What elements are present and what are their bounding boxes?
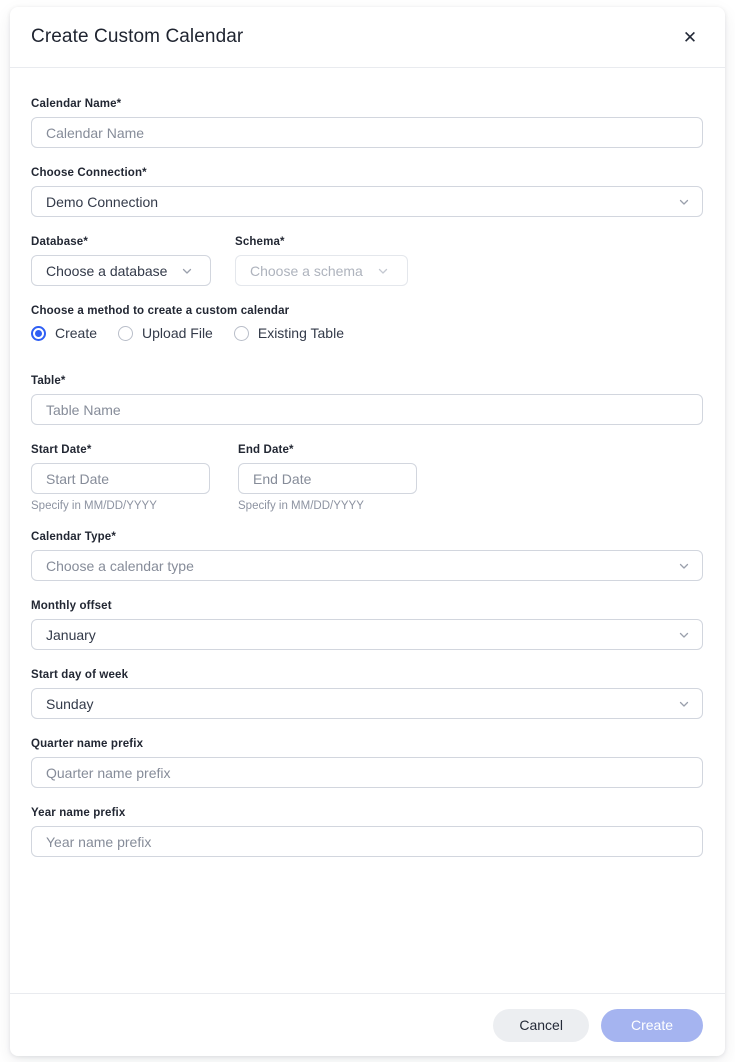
calendar-type-label: Calendar Type* bbox=[31, 531, 703, 543]
year-name-prefix-input[interactable]: Year name prefix bbox=[31, 826, 703, 857]
connection-select[interactable]: Demo Connection bbox=[31, 186, 703, 217]
field-start-day-of-week: Start day of week Sunday bbox=[31, 669, 703, 719]
radio-existing-table-label: Existing Table bbox=[258, 325, 344, 341]
year-name-prefix-label: Year name prefix bbox=[31, 807, 703, 819]
field-dates-row: Start Date* Start Date Specify in MM/DD/… bbox=[31, 444, 703, 512]
field-end-date: End Date* End Date Specify in MM/DD/YYYY bbox=[238, 444, 417, 512]
quarter-name-prefix-label: Quarter name prefix bbox=[31, 738, 703, 750]
chevron-down-icon bbox=[377, 265, 389, 277]
method-radio-group: Create Upload File Existing Table bbox=[31, 325, 703, 341]
field-database: Database* Choose a database bbox=[31, 236, 211, 286]
schema-value: Choose a schema bbox=[250, 263, 363, 279]
field-year-name-prefix: Year name prefix Year name prefix bbox=[31, 807, 703, 857]
start-day-of-week-label: Start day of week bbox=[31, 669, 703, 681]
quarter-name-prefix-input[interactable]: Quarter name prefix bbox=[31, 757, 703, 788]
chevron-down-icon bbox=[181, 265, 193, 277]
schema-label: Schema* bbox=[235, 236, 408, 248]
end-date-input[interactable]: End Date bbox=[238, 463, 417, 494]
calendar-type-select[interactable]: Choose a calendar type bbox=[31, 550, 703, 581]
end-date-label: End Date* bbox=[238, 444, 417, 456]
field-database-schema-row: Database* Choose a database Schema* Choo… bbox=[31, 236, 703, 286]
cancel-button[interactable]: Cancel bbox=[493, 1009, 589, 1042]
start-day-of-week-value: Sunday bbox=[46, 696, 93, 712]
radio-upload-file[interactable]: Upload File bbox=[118, 325, 213, 341]
table-label: Table* bbox=[31, 375, 703, 387]
field-monthly-offset: Monthly offset January bbox=[31, 600, 703, 650]
radio-unselected-icon bbox=[234, 326, 249, 341]
start-date-label: Start Date* bbox=[31, 444, 210, 456]
field-method: Choose a method to create a custom calen… bbox=[31, 305, 703, 341]
dialog-body: Calendar Name* Calendar Name Choose Conn… bbox=[10, 68, 725, 993]
chevron-down-icon bbox=[678, 629, 690, 641]
calendar-name-label: Calendar Name* bbox=[31, 98, 703, 110]
create-custom-calendar-dialog: Create Custom Calendar ✕ Calendar Name* … bbox=[10, 7, 725, 1056]
connection-value: Demo Connection bbox=[46, 194, 158, 210]
chevron-down-icon bbox=[678, 698, 690, 710]
database-value: Choose a database bbox=[46, 263, 167, 279]
close-icon[interactable]: ✕ bbox=[677, 24, 703, 50]
monthly-offset-label: Monthly offset bbox=[31, 600, 703, 612]
start-date-helper: Specify in MM/DD/YYYY bbox=[31, 500, 210, 512]
method-label: Choose a method to create a custom calen… bbox=[31, 305, 703, 317]
connection-label: Choose Connection* bbox=[31, 167, 703, 179]
radio-unselected-icon bbox=[118, 326, 133, 341]
database-select[interactable]: Choose a database bbox=[31, 255, 211, 286]
field-calendar-name: Calendar Name* Calendar Name bbox=[31, 98, 703, 148]
field-calendar-type: Calendar Type* Choose a calendar type bbox=[31, 531, 703, 581]
monthly-offset-value: January bbox=[46, 627, 96, 643]
chevron-down-icon bbox=[678, 196, 690, 208]
database-label: Database* bbox=[31, 236, 211, 248]
field-schema: Schema* Choose a schema bbox=[235, 236, 408, 286]
radio-upload-file-label: Upload File bbox=[142, 325, 213, 341]
dialog-footer: Cancel Create bbox=[10, 993, 725, 1056]
chevron-down-icon bbox=[678, 560, 690, 572]
start-day-of-week-select[interactable]: Sunday bbox=[31, 688, 703, 719]
spacer bbox=[31, 360, 703, 375]
end-date-helper: Specify in MM/DD/YYYY bbox=[238, 500, 417, 512]
radio-create-label: Create bbox=[55, 325, 97, 341]
create-button[interactable]: Create bbox=[601, 1009, 703, 1042]
radio-existing-table[interactable]: Existing Table bbox=[234, 325, 344, 341]
schema-select[interactable]: Choose a schema bbox=[235, 255, 408, 286]
start-date-input[interactable]: Start Date bbox=[31, 463, 210, 494]
page-title: Create Custom Calendar bbox=[31, 26, 243, 48]
field-table: Table* Table Name bbox=[31, 375, 703, 425]
radio-create[interactable]: Create bbox=[31, 325, 97, 341]
field-start-date: Start Date* Start Date Specify in MM/DD/… bbox=[31, 444, 210, 512]
dialog-header: Create Custom Calendar ✕ bbox=[10, 7, 725, 68]
monthly-offset-select[interactable]: January bbox=[31, 619, 703, 650]
radio-selected-icon bbox=[31, 326, 46, 341]
field-quarter-name-prefix: Quarter name prefix Quarter name prefix bbox=[31, 738, 703, 788]
table-input[interactable]: Table Name bbox=[31, 394, 703, 425]
field-connection: Choose Connection* Demo Connection bbox=[31, 167, 703, 217]
calendar-type-value: Choose a calendar type bbox=[46, 558, 194, 574]
calendar-name-input[interactable]: Calendar Name bbox=[31, 117, 703, 148]
